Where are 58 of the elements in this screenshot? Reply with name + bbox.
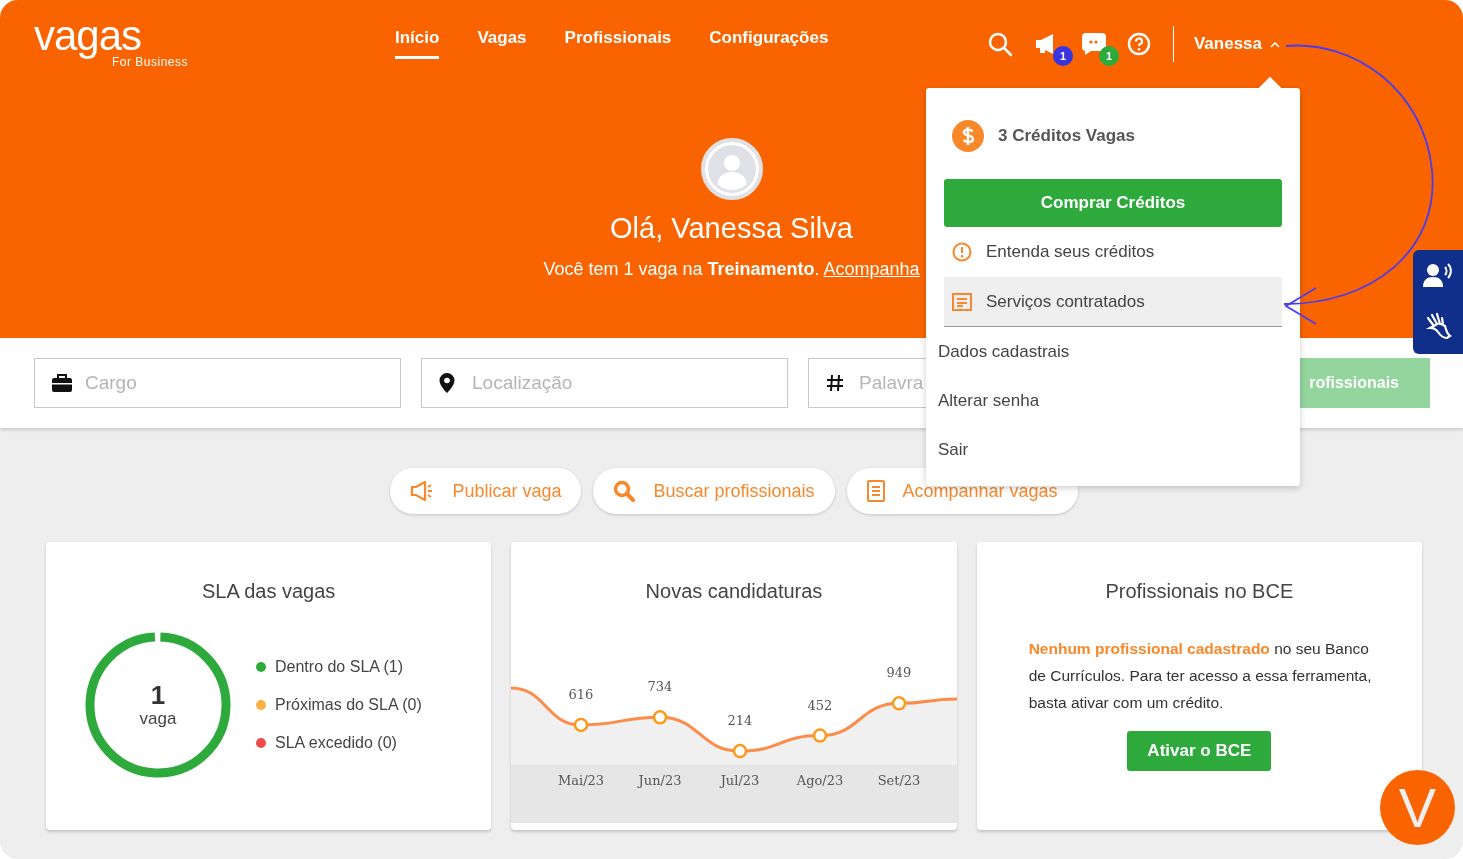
bce-message: Nenhum profissional cadastrado no seu Banco de Currículos. Para ter acesso a essa ferramenta, basta ativar com um crédito. <box>1028 639 1372 713</box>
nav-tab[interactable]: Configurações <box>709 27 829 59</box>
document-icon <box>952 292 972 311</box>
chat-launcher[interactable]: V <box>1380 770 1455 845</box>
coin-icon <box>952 120 984 152</box>
value-label: 949 <box>886 665 912 681</box>
help-icon[interactable] <box>1126 32 1151 56</box>
axis-label: Ago/23 <box>797 773 844 788</box>
credits-balance: 3 Créditos Vagas <box>998 126 1135 146</box>
notification-badge: 1 <box>1052 46 1073 66</box>
menu-item[interactable]: Entenda seus créditos <box>944 227 1282 277</box>
nav-tab[interactable]: Início <box>395 27 440 59</box>
avatar <box>700 138 763 200</box>
legend-label: Dentro do SLA (1) <box>275 658 404 676</box>
document-icon <box>866 480 885 502</box>
search-field[interactable]: Cargo <box>34 358 401 408</box>
chart-point <box>733 743 748 759</box>
card-title: Profissionais no BCE <box>1104 580 1295 603</box>
chart-point <box>813 728 828 743</box>
value-label: 734 <box>647 679 673 695</box>
value-label: 452 <box>807 697 833 713</box>
vacancy-unit: vaga <box>139 709 177 729</box>
user-menu-toggle[interactable]: Vanessa <box>1193 34 1262 54</box>
greeting: Olá, Vanessa Silva <box>610 212 853 245</box>
legend-label: SLA excedido (0) <box>275 734 397 752</box>
chat-icon[interactable] <box>1080 32 1107 56</box>
welcome-message: Você tem 1 vaga na Treinamento. Acompanha <box>543 259 920 280</box>
value-label: 214 <box>727 713 753 729</box>
nav-tab[interactable]: Vagas <box>477 27 527 59</box>
card-title: Novas candidaturas <box>644 580 824 603</box>
alert-icon <box>952 242 972 262</box>
nav-tab[interactable]: Profissionais <box>564 27 672 59</box>
megaphone-icon <box>410 481 435 501</box>
vacancy-count: 1 <box>150 681 166 709</box>
notification-badge: 1 <box>1098 46 1119 66</box>
card-title: SLA das vagas <box>200 580 337 603</box>
value-label: 616 <box>568 686 594 702</box>
chart-point <box>892 696 907 711</box>
axis-label: Set/23 <box>877 773 921 788</box>
follow-link[interactable]: Acompanha <box>823 259 920 279</box>
caret-icon[interactable] <box>1270 40 1280 48</box>
menu-item[interactable]: Serviços contratados <box>944 277 1282 327</box>
axis-label: Mai/23 <box>558 773 605 788</box>
axis-label: Jul/23 <box>721 773 760 788</box>
axis-label: Jun/23 <box>638 773 682 788</box>
audio-icon[interactable] <box>1423 262 1453 288</box>
chart-point <box>574 717 589 733</box>
search-icon <box>613 480 636 502</box>
quick-action-button[interactable]: Publicar vaga <box>390 468 582 514</box>
quick-action-button[interactable]: Buscar profissionais <box>593 468 835 514</box>
activate-button[interactable]: Ativar o BCE <box>1127 731 1272 771</box>
logo-subtitle: For Business <box>112 55 190 69</box>
chart-point <box>653 710 668 725</box>
legend-label: Próximas do SLA (0) <box>275 696 422 714</box>
sign-language-icon[interactable] <box>1424 312 1452 342</box>
buy-credits-button[interactable]: Comprar Créditos <box>944 179 1282 227</box>
search-field[interactable]: Localização <box>421 358 788 408</box>
search-icon[interactable] <box>986 31 1013 57</box>
